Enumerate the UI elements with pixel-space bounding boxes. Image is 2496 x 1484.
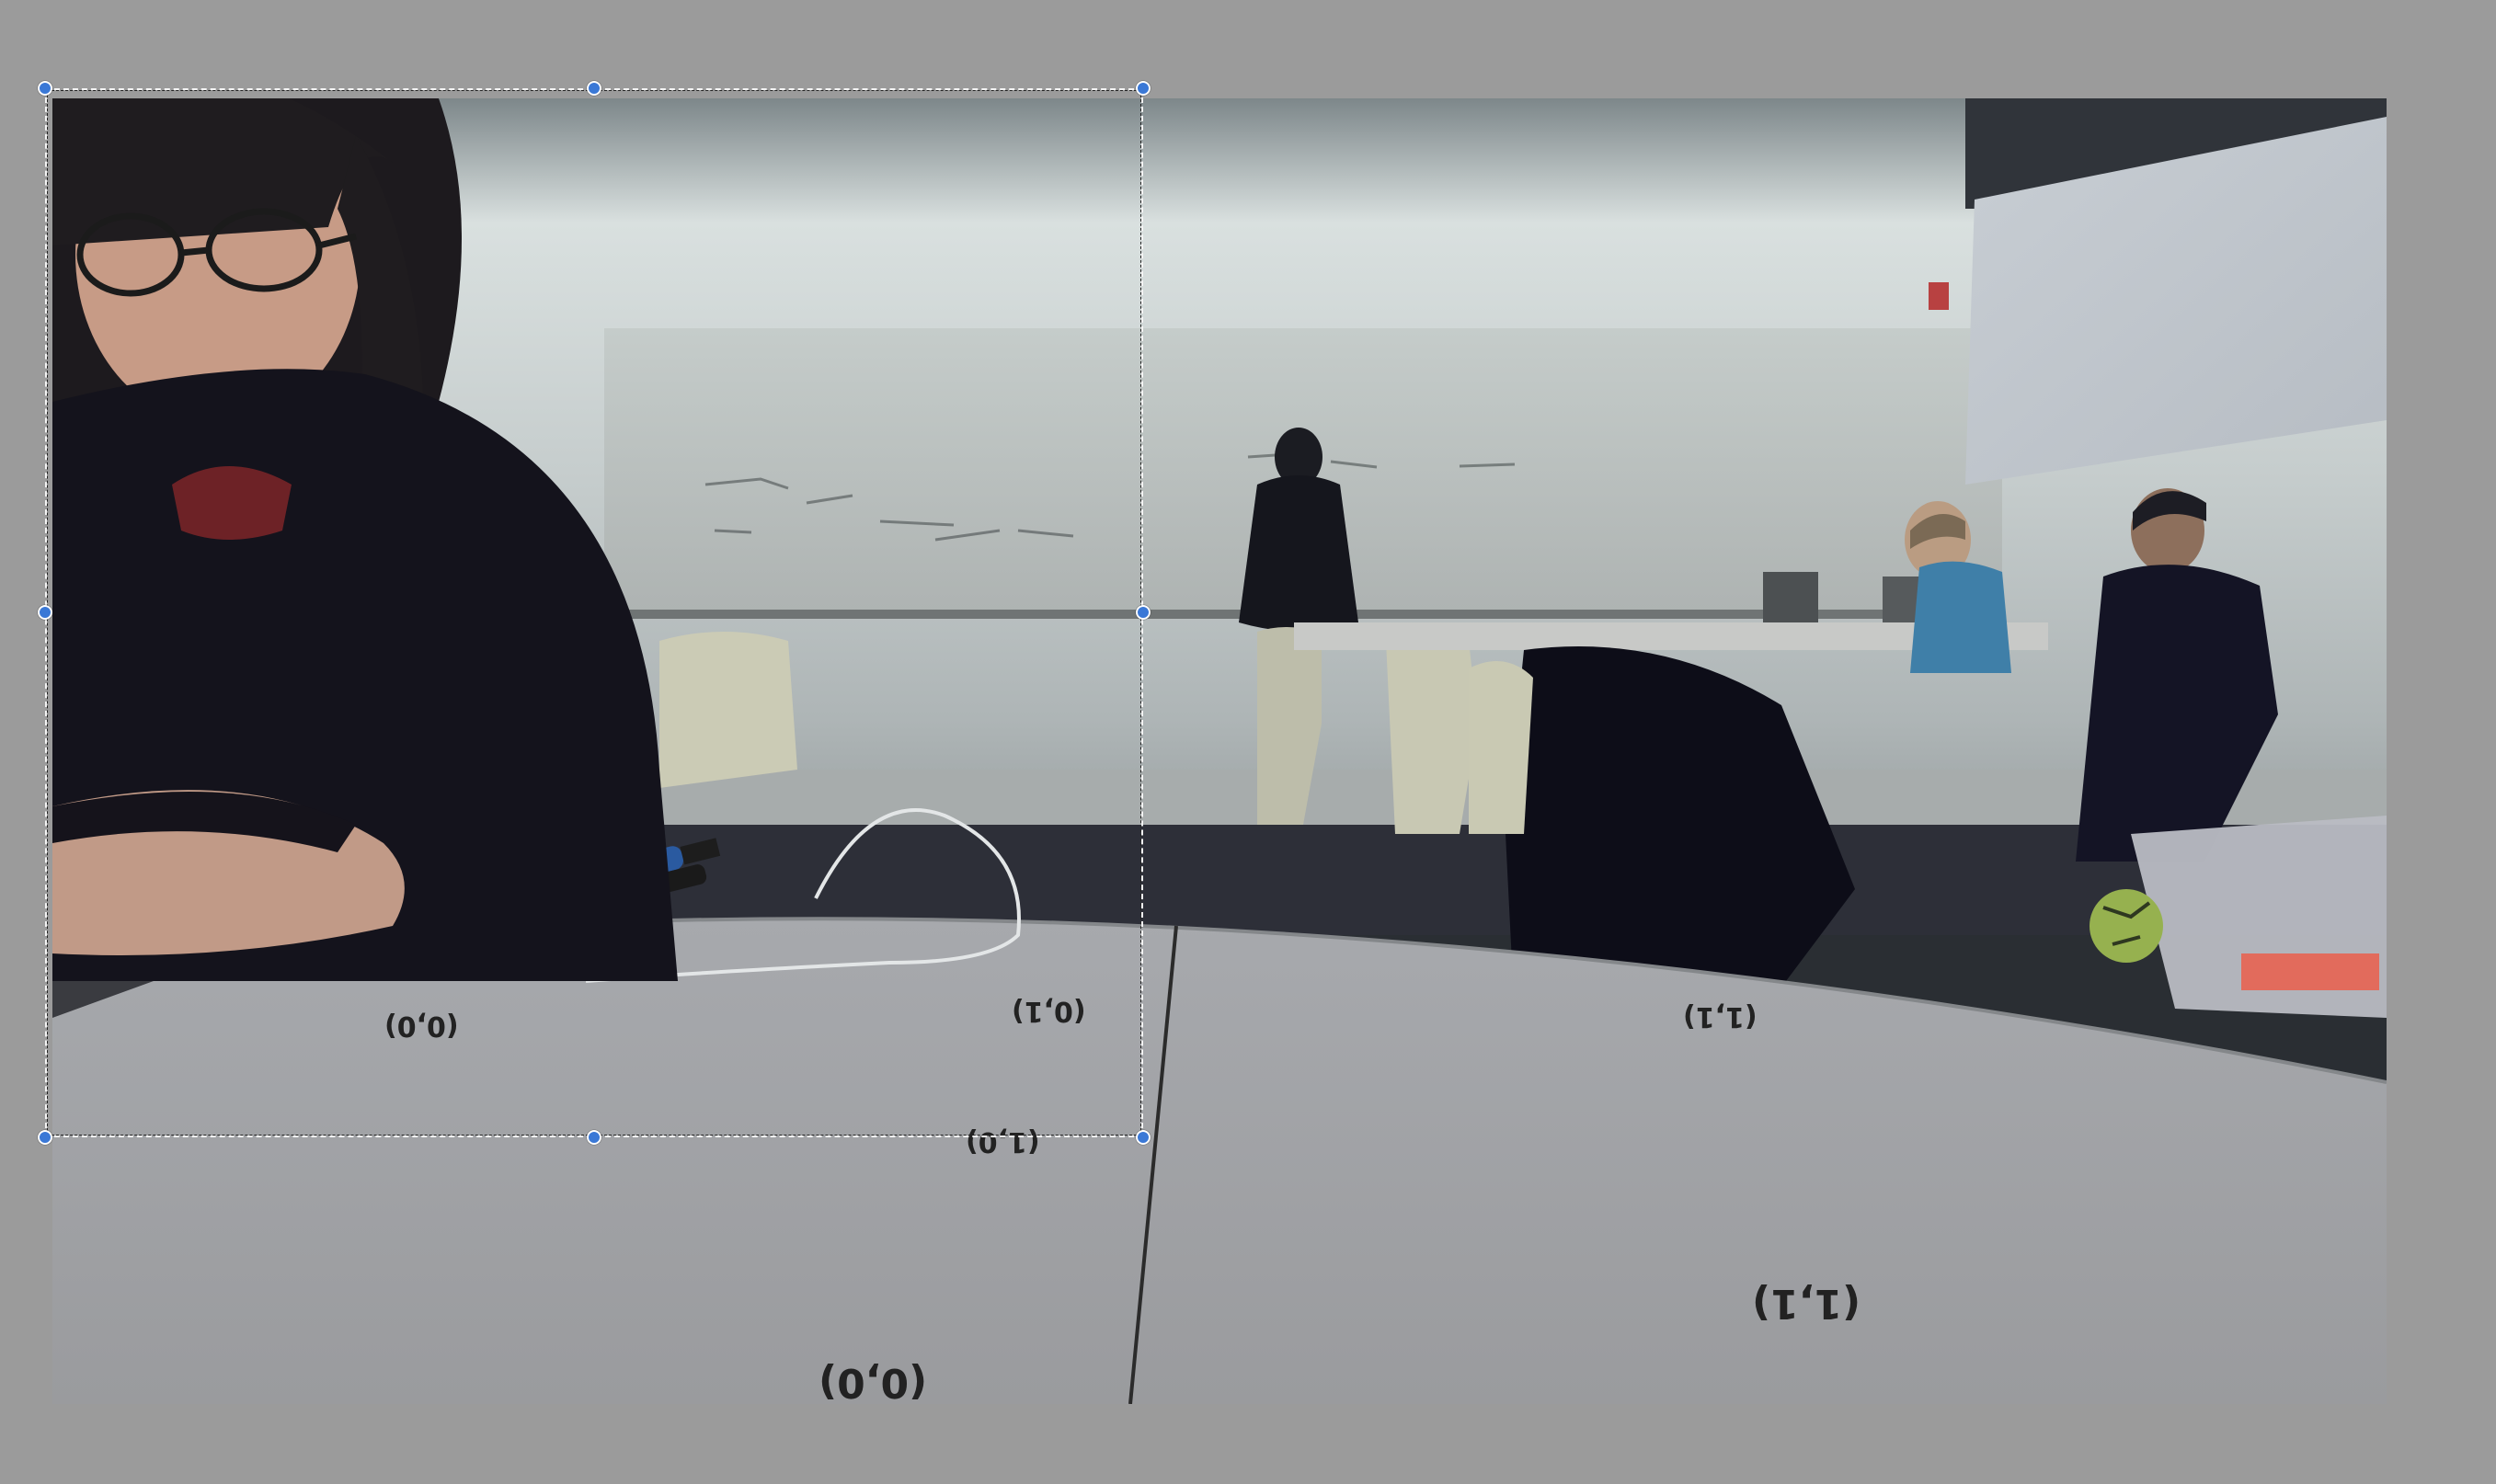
selection-handle-top-center[interactable]: [587, 81, 601, 96]
table-label: (1,1): [1752, 1280, 1861, 1327]
selection-handle-middle-right[interactable]: [1136, 605, 1151, 620]
image-editor-canvas[interactable]: (0,0) (0,1) (1,0) (1,1) (0,0) (1,1): [0, 0, 2496, 1484]
selection-handle-bottom-center[interactable]: [587, 1130, 601, 1145]
selection-handle-top-left[interactable]: [38, 81, 52, 96]
selection-handle-bottom-right[interactable]: [1136, 1130, 1151, 1145]
classroom-photo: [52, 98, 2387, 1404]
table-label: (1,0): [966, 1125, 1040, 1158]
table-label: (1,1): [1683, 1000, 1758, 1033]
selection-handle-top-right[interactable]: [1136, 81, 1151, 96]
table-label: (0,0): [384, 1010, 459, 1042]
table-label: (0,1): [1012, 995, 1086, 1027]
table-label: (0,0): [819, 1359, 928, 1406]
selection-handle-bottom-left[interactable]: [38, 1130, 52, 1145]
selection-handle-middle-left[interactable]: [38, 605, 52, 620]
